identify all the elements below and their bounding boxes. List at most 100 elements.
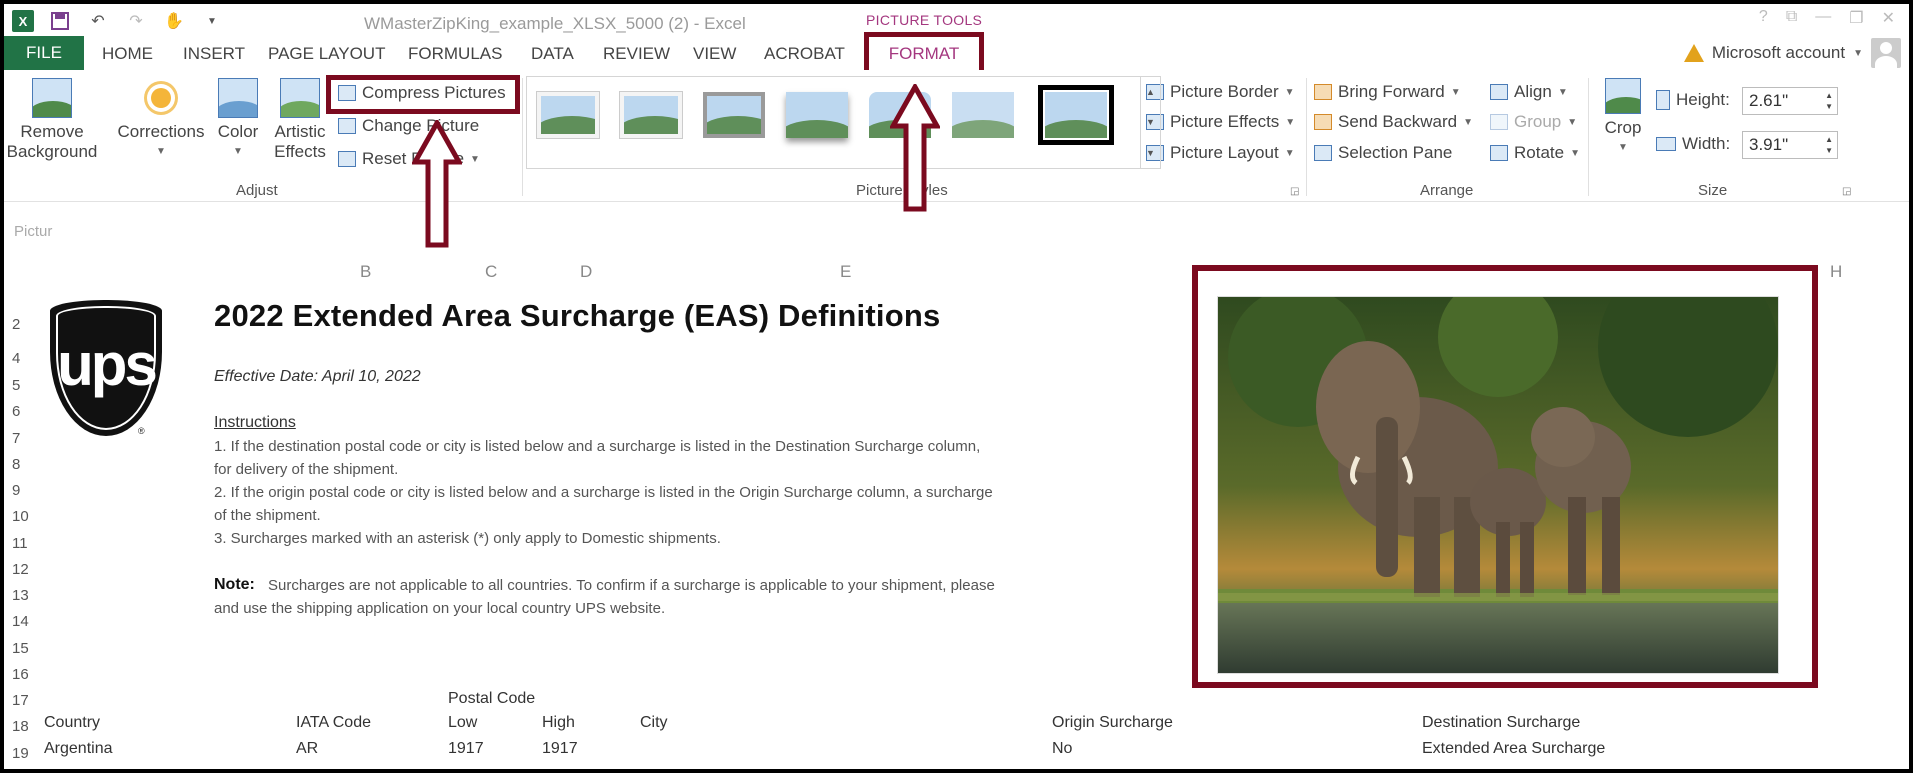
elephant-picture[interactable]: [1217, 296, 1779, 674]
row-header[interactable]: 7: [12, 430, 20, 447]
row-header[interactable]: 8: [12, 456, 20, 473]
tab-home[interactable]: HOME: [102, 44, 153, 64]
tab-file[interactable]: FILE: [4, 36, 84, 70]
close-icon[interactable]: ✕: [1882, 8, 1895, 28]
align-icon: [1490, 84, 1508, 100]
row-header[interactable]: 10: [12, 508, 29, 525]
crop-icon: [1605, 78, 1641, 114]
group-separator: [522, 78, 523, 196]
remove-background-button[interactable]: Remove Background: [6, 78, 98, 162]
row-header[interactable]: 18: [12, 718, 29, 735]
style-thumb[interactable]: [703, 92, 765, 138]
height-input[interactable]: 2.61" ▲ ▼: [1742, 87, 1838, 115]
style-thumb[interactable]: [786, 92, 848, 138]
row-header[interactable]: 4: [12, 350, 20, 367]
table-cell[interactable]: AR: [296, 740, 318, 758]
table-cell[interactable]: 1917: [542, 740, 578, 758]
column-header[interactable]: C: [485, 262, 497, 282]
picture-effects-label: Picture Effects: [1170, 112, 1280, 131]
rotate-button[interactable]: Rotate ▼: [1490, 143, 1580, 163]
picture-border-button[interactable]: Picture Border ▼: [1146, 82, 1295, 102]
align-button[interactable]: Align ▼: [1490, 82, 1568, 102]
dialog-launcher-icon[interactable]: ◲: [1842, 186, 1851, 197]
style-thumb[interactable]: [537, 92, 599, 138]
note-text: and use the shipping application on your…: [214, 600, 666, 617]
change-picture-icon: [338, 118, 356, 134]
row-header[interactable]: 19: [12, 745, 29, 762]
style-thumb[interactable]: [952, 92, 1014, 138]
row-header[interactable]: 11: [12, 535, 28, 552]
crop-label: Crop: [1604, 118, 1642, 137]
row-header[interactable]: 13: [12, 587, 29, 604]
tab-insert[interactable]: INSERT: [183, 44, 245, 64]
account-area[interactable]: Microsoft account ▼: [1683, 38, 1901, 68]
undo-icon[interactable]: ↶: [86, 10, 110, 32]
column-header[interactable]: D: [580, 262, 592, 282]
column-header[interactable]: H: [1830, 262, 1842, 282]
row-header[interactable]: 5: [12, 377, 20, 394]
column-header[interactable]: B: [360, 262, 371, 282]
tab-view[interactable]: VIEW: [693, 44, 736, 64]
row-header[interactable]: 14: [12, 613, 29, 630]
group-button[interactable]: Group ▼: [1490, 112, 1577, 132]
avatar[interactable]: [1871, 38, 1901, 68]
spinner-icon[interactable]: ▲ ▼: [1825, 90, 1833, 112]
row-header[interactable]: 9: [12, 482, 20, 499]
save-icon[interactable]: [48, 10, 72, 32]
height-control: Height:: [1656, 90, 1730, 110]
column-header[interactable]: E: [840, 262, 851, 282]
crop-button[interactable]: Crop ▼: [1596, 78, 1650, 158]
width-control: Width:: [1656, 134, 1730, 154]
help-icon[interactable]: ?: [1759, 8, 1768, 28]
table-cell[interactable]: No: [1052, 740, 1072, 758]
instruction-line: 3. Surcharges marked with an asterisk (*…: [214, 530, 721, 547]
color-button[interactable]: Color ▼: [210, 78, 266, 162]
tab-acrobat[interactable]: ACROBAT: [764, 44, 845, 64]
minimize-icon[interactable]: —: [1815, 8, 1831, 28]
row-header[interactable]: 12: [12, 561, 29, 578]
ribbon-display-icon[interactable]: ⧉: [1786, 8, 1797, 28]
tab-formulas[interactable]: FORMULAS: [408, 44, 502, 64]
corrections-button[interactable]: Corrections ▼: [112, 78, 210, 162]
artistic-effects-button[interactable]: Artistic Effects: [266, 78, 334, 162]
scroll-up-icon[interactable]: ▲: [1146, 87, 1155, 97]
name-box[interactable]: Pictur: [14, 223, 52, 240]
table-cell[interactable]: Argentina: [44, 740, 113, 758]
customize-icon[interactable]: ▼: [200, 10, 224, 32]
picture-styles-gallery: [526, 76, 1141, 169]
compress-highlight: [326, 75, 520, 114]
adjust-group-label: Adjust: [236, 182, 278, 199]
table-cell[interactable]: 1917: [448, 740, 484, 758]
row-header[interactable]: 17: [12, 692, 29, 709]
tab-data[interactable]: DATA: [531, 44, 574, 64]
scroll-down-icon[interactable]: ▼: [1146, 117, 1155, 127]
more-icon[interactable]: ▼: [1146, 148, 1155, 158]
bring-forward-button[interactable]: Bring Forward ▼: [1314, 82, 1461, 102]
table-header: Country: [44, 714, 101, 731]
excel-icon[interactable]: X: [12, 10, 34, 32]
size-group-label: Size: [1698, 182, 1728, 199]
group-separator: [1588, 78, 1589, 196]
tab-page-layout[interactable]: PAGE LAYOUT: [268, 44, 385, 64]
selection-pane-button[interactable]: Selection Pane: [1314, 143, 1452, 163]
table-cell[interactable]: Extended Area Surcharge: [1422, 740, 1605, 758]
row-header[interactable]: 16: [12, 666, 29, 683]
chevron-down-icon: ▼: [1450, 86, 1461, 98]
spinner-icon[interactable]: ▲ ▼: [1825, 134, 1833, 156]
redo-icon[interactable]: ↷: [124, 10, 148, 32]
restore-icon[interactable]: ❐: [1849, 8, 1863, 28]
tab-review[interactable]: REVIEW: [603, 44, 670, 64]
row-header[interactable]: 6: [12, 403, 20, 420]
gallery-scroll[interactable]: ▲ ▼ ▼: [1141, 76, 1161, 169]
row-header[interactable]: 2: [12, 316, 20, 333]
touch-mode-icon[interactable]: ✋: [162, 10, 186, 32]
picture-effects-button[interactable]: Picture Effects ▼: [1146, 112, 1295, 132]
dialog-launcher-icon[interactable]: ◲: [1290, 186, 1299, 197]
send-backward-button[interactable]: Send Backward ▼: [1314, 112, 1473, 132]
row-header[interactable]: 15: [12, 640, 29, 657]
style-thumb[interactable]: [620, 92, 682, 138]
effective-date: Effective Date: April 10, 2022: [214, 368, 421, 385]
width-input[interactable]: 3.91" ▲ ▼: [1742, 131, 1838, 159]
style-thumb[interactable]: [1038, 85, 1114, 145]
picture-layout-button[interactable]: Picture Layout ▼: [1146, 143, 1295, 163]
